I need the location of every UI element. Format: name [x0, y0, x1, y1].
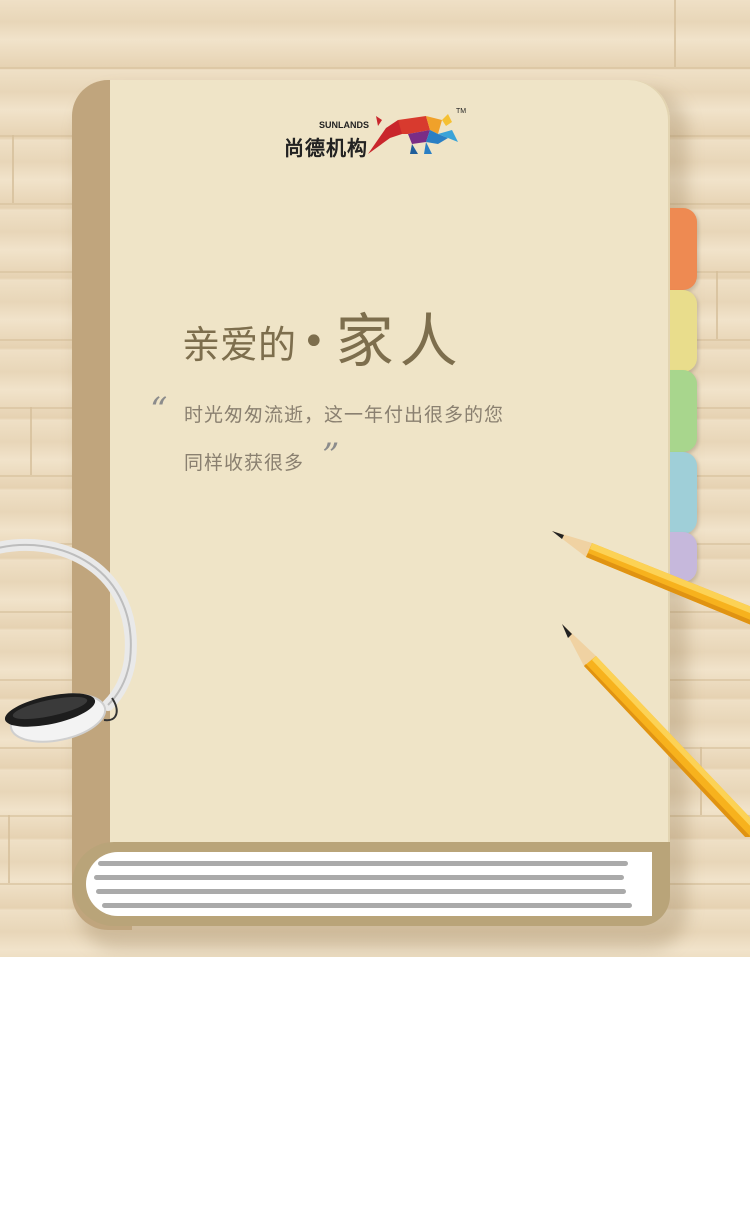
plank-line	[0, 67, 750, 69]
pencil-icon	[562, 624, 750, 837]
plank-seam	[8, 815, 10, 883]
page-line	[102, 903, 632, 908]
heading-family: 家人	[335, 307, 464, 375]
bull-logo-icon	[368, 114, 458, 154]
page-line	[94, 875, 624, 880]
greeting-heading: 亲爱的 • 家人	[182, 290, 464, 370]
plank-seam	[12, 135, 14, 203]
heading-dot: •	[302, 319, 326, 365]
plank-seam	[30, 407, 32, 475]
brand-english-name: SUNLANDS	[319, 120, 370, 130]
quote-close-mark: ”	[322, 436, 340, 476]
wood-background: SUNLANDS 尚德机构 TM 亲爱的 • 家人 “ 时光匆匆流逝，这一年付出…	[0, 0, 750, 957]
quote-line-1: 时光匆匆流逝，这一年付出很多的您	[184, 404, 505, 426]
page-line	[96, 889, 626, 894]
plank-seam	[716, 271, 718, 339]
brand-chinese-name: 尚德机构	[284, 136, 368, 160]
page-line	[98, 861, 628, 866]
headphones-icon	[0, 539, 137, 743]
plank-seam	[674, 0, 676, 67]
heading-dear: 亲爱的	[182, 323, 297, 367]
quote-line-2: 同样收获很多	[184, 452, 305, 474]
pencil-icon	[552, 531, 750, 625]
quote-open-mark: “	[150, 390, 168, 430]
